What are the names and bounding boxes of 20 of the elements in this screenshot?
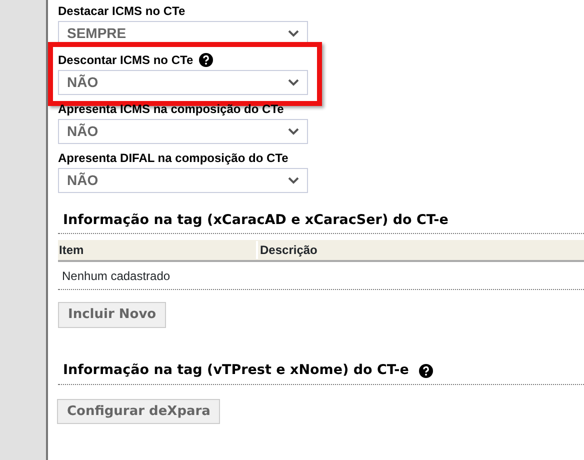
select-field[interactable]: NÃO [58, 70, 308, 95]
chevron-icon [288, 79, 299, 86]
field-label: Apresenta DIFAL na composição do CTe [58, 150, 288, 167]
chevron-icon [288, 128, 299, 135]
select-field[interactable]: NÃO [58, 168, 308, 193]
empty-message: Nenhum cadastrado [62, 268, 170, 284]
column-header: Descrição [259, 242, 318, 259]
help-icon[interactable] [199, 53, 214, 67]
help-icon[interactable] [418, 364, 433, 378]
field-label: Descontar ICMS no CTe [58, 52, 194, 69]
add-button[interactable]: Incluir Novo [58, 302, 166, 328]
section-title: Informação na tag (xCaracAD e xCaracSer) do CT-e [63, 210, 448, 230]
configure-button[interactable]: Configurar deXpara [57, 398, 220, 424]
chevron-icon [288, 177, 299, 184]
section-title: Informação na tag (vTPrest e xNome) do CT-e [63, 361, 409, 380]
select-field[interactable]: NÃO [58, 119, 308, 144]
column-header: Item [58, 241, 258, 259]
chevron-icon [288, 30, 299, 37]
field-label: Apresenta ICMS na composição do CTe [58, 101, 284, 118]
field-label: Destacar ICMS no CTe [58, 3, 186, 20]
